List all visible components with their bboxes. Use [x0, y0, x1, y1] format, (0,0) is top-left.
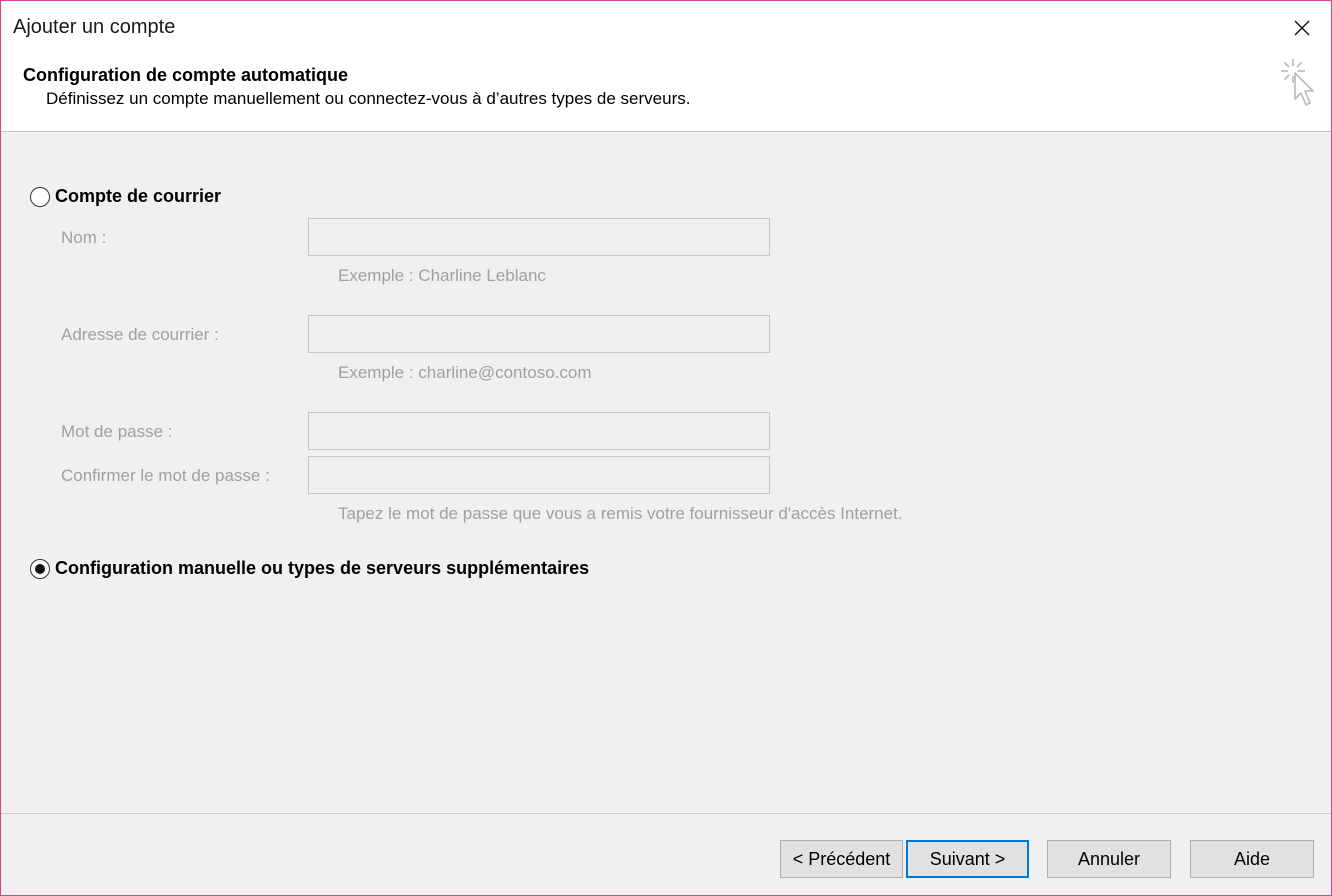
- wizard-cursor-icon: [1281, 59, 1314, 106]
- confirm-password-label: Confirmer le mot de passe :: [61, 466, 270, 485]
- wizard-header: Configuration de compte automatique Défi…: [1, 57, 1331, 132]
- email-account-radio[interactable]: [30, 186, 50, 207]
- radio-selected-dot: [35, 563, 45, 574]
- manual-setup-radio[interactable]: [30, 558, 50, 579]
- wizard-content: Compte de courrier Nom : Exemple : Charl…: [1, 133, 1331, 813]
- password-label: Mot de passe :: [61, 422, 173, 441]
- name-hint: Exemple : Charline Leblanc: [338, 266, 546, 285]
- confirm-password-input[interactable]: [308, 456, 770, 494]
- email-account-label: Compte de courrier: [55, 186, 222, 206]
- password-input[interactable]: [308, 412, 770, 450]
- email-account-option[interactable]: Compte de courrier: [30, 186, 221, 207]
- manual-setup-label: Configuration manuelle ou types de serve…: [55, 558, 590, 578]
- close-button[interactable]: [1273, 1, 1331, 55]
- name-input[interactable]: [308, 218, 770, 256]
- page-subtitle: Définissez un compte manuellement ou con…: [46, 89, 691, 108]
- email-label: Adresse de courrier :: [61, 325, 219, 344]
- manual-setup-option[interactable]: Configuration manuelle ou types de serve…: [30, 558, 589, 579]
- wizard-footer: < Précédent Suivant > Annuler Aide: [1, 813, 1331, 895]
- email-input[interactable]: [308, 315, 770, 353]
- next-button[interactable]: Suivant >: [906, 840, 1029, 878]
- page-title: Configuration de compte automatique: [23, 65, 349, 85]
- previous-button[interactable]: < Précédent: [780, 840, 903, 878]
- help-button[interactable]: Aide: [1190, 840, 1314, 878]
- cancel-button[interactable]: Annuler: [1047, 840, 1171, 878]
- title-bar: Ajouter un compte: [1, 1, 1331, 57]
- email-hint: Exemple : charline@contoso.com: [338, 363, 592, 382]
- window-title: Ajouter un compte: [13, 16, 176, 38]
- password-hint: Tapez le mot de passe que vous a remis v…: [338, 504, 903, 523]
- name-label: Nom :: [61, 228, 107, 247]
- add-account-dialog: Ajouter un compte Configuration de compt…: [0, 0, 1332, 896]
- close-icon: [1294, 20, 1310, 36]
